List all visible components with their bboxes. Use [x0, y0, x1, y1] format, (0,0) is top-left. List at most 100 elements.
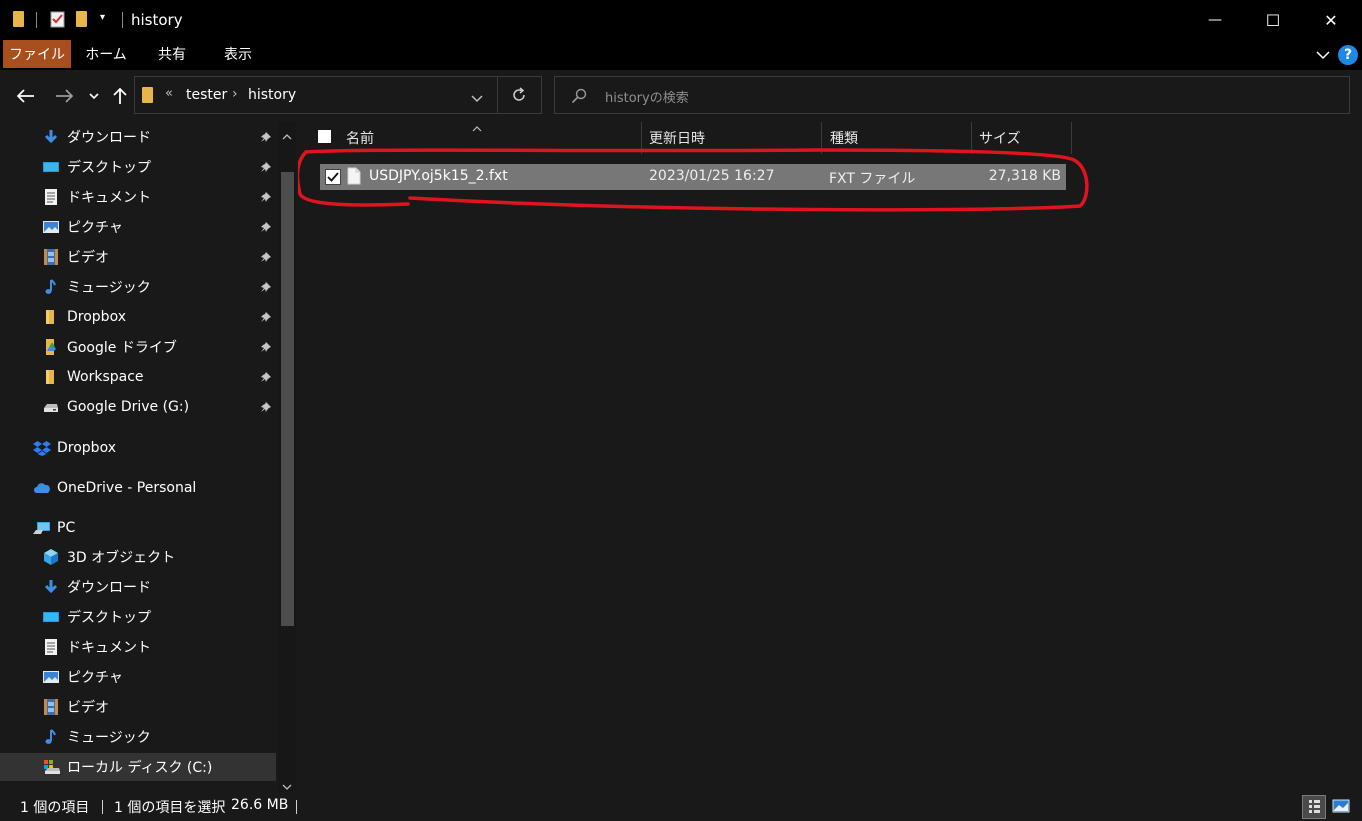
tab-file[interactable]: ファイル	[3, 40, 71, 68]
sidebar-item[interactable]: 3D オブジェクト	[0, 543, 276, 571]
sidebar-item[interactable]: Google Drive (G:)	[0, 393, 276, 421]
file-list: 名前 更新日時 種類 サイズ USDJPY.oj5k15_2.fxt 2023/…	[298, 122, 1362, 792]
address-bar[interactable]: « tester › history	[134, 76, 498, 114]
sidebar-item[interactable]: ミュージック	[0, 723, 276, 751]
sidebar-item[interactable]: PC	[0, 514, 276, 542]
pin-icon	[260, 251, 272, 266]
sidebar-scrollbar[interactable]	[278, 122, 296, 792]
sidebar-item[interactable]: デスクトップ	[0, 603, 276, 631]
sidebar-item[interactable]: ミュージック	[0, 273, 276, 301]
sidebar-item[interactable]: ピクチャ	[0, 213, 276, 241]
breadcrumb-tester[interactable]: tester	[186, 87, 227, 103]
document-icon	[43, 189, 59, 205]
minimize-button[interactable]: —	[1186, 0, 1244, 40]
sidebar-item[interactable]: ビデオ	[0, 243, 276, 271]
download-icon	[43, 129, 59, 145]
pin-icon	[260, 401, 272, 416]
sidebar-item-label: ビデオ	[67, 700, 109, 716]
help-button[interactable]: ?	[1338, 45, 1358, 65]
sidebar-item-label: ピクチャ	[67, 220, 123, 236]
pin-icon	[260, 311, 272, 326]
customize-quick-access-icon[interactable]: ▾	[100, 12, 105, 32]
pictures-icon	[43, 669, 59, 685]
scrollbar-thumb[interactable]	[281, 172, 294, 626]
properties-icon[interactable]	[50, 10, 66, 28]
sidebar-item-label: Dropbox	[67, 309, 126, 325]
sidebar-item-label: ドキュメント	[67, 640, 151, 656]
search-placeholder: historyの検索	[605, 91, 689, 106]
sidebar-item-label: OneDrive - Personal	[57, 480, 197, 496]
address-dropdown-icon[interactable]	[471, 91, 483, 107]
sidebar-item[interactable]: ローカル ディスク (C:)	[0, 753, 276, 781]
google-drive-folder-icon	[43, 339, 59, 355]
sidebar-item-label: ダウンロード	[67, 130, 151, 146]
refresh-button[interactable]	[497, 76, 542, 114]
pin-icon	[260, 221, 272, 236]
dropbox-icon	[33, 440, 51, 456]
sidebar-item[interactable]: デスクトップ	[0, 153, 276, 181]
pin-icon	[260, 131, 272, 146]
sidebar-item[interactable]: ドキュメント	[0, 633, 276, 661]
status-bar: 1 個の項目 1 個の項目を選択 26.6 MB	[0, 792, 1362, 821]
large-icons-view-icon[interactable]	[1330, 795, 1354, 819]
sidebar-item[interactable]: ピクチャ	[0, 663, 276, 691]
music-icon	[43, 279, 59, 295]
folder-icon	[13, 11, 24, 27]
forward-button[interactable]	[50, 82, 78, 110]
sidebar-item[interactable]: ドキュメント	[0, 183, 276, 211]
sidebar-item[interactable]: Google ドライブ	[0, 333, 276, 361]
sidebar-item[interactable]: OneDrive - Personal	[0, 474, 276, 502]
scroll-up-icon[interactable]	[282, 128, 292, 144]
sidebar-item[interactable]: ダウンロード	[0, 123, 276, 151]
title-bar: ▾ history — ☐ ✕	[0, 0, 1362, 40]
maximize-button[interactable]: ☐	[1244, 0, 1302, 40]
sidebar-item-label: PC	[57, 520, 76, 536]
pin-icon	[260, 161, 272, 176]
sidebar-item-label: ビデオ	[67, 250, 109, 266]
tab-view[interactable]: 表示	[212, 40, 264, 68]
desktop-icon	[43, 609, 59, 625]
sidebar-item[interactable]: Workspace	[0, 363, 276, 391]
pin-icon	[260, 191, 272, 206]
status-separator	[296, 800, 297, 814]
ribbon-tabs: ファイル ホーム 共有 表示 ?	[0, 40, 1362, 70]
details-view-icon[interactable]	[1302, 795, 1326, 819]
sidebar-item-label: Google Drive (G:)	[67, 399, 190, 415]
expand-ribbon-icon[interactable]	[1314, 46, 1332, 64]
status-item-count: 1 個の項目	[20, 800, 90, 816]
onedrive-icon	[33, 480, 50, 496]
up-button[interactable]	[106, 82, 134, 110]
sidebar-item[interactable]: ダウンロード	[0, 573, 276, 601]
local-disk-icon	[43, 759, 60, 775]
sidebar-item-label: デスクトップ	[67, 610, 151, 626]
video-icon	[43, 249, 59, 265]
pin-icon	[260, 371, 272, 386]
sidebar-item-label: Dropbox	[57, 440, 116, 456]
close-button[interactable]: ✕	[1302, 0, 1360, 40]
navigation-pane: ダウンロード デスクトップ ドキュメント ピクチャ ビデオ ミュージック Dropbox Go…	[0, 122, 298, 792]
sidebar-item-label: Workspace	[67, 369, 144, 385]
tab-home[interactable]: ホーム	[80, 40, 132, 68]
sidebar-item[interactable]: Dropbox	[0, 434, 276, 462]
sidebar-item[interactable]: Dropbox	[0, 303, 276, 331]
folder-icon	[43, 369, 59, 385]
breadcrumb-history[interactable]: history	[248, 87, 296, 103]
recent-locations-button[interactable]	[82, 82, 106, 110]
overflow-chevron[interactable]: «	[165, 86, 173, 101]
navigation-bar: « tester › history historyの検索	[0, 70, 1362, 122]
search-box[interactable]: historyの検索	[554, 76, 1350, 114]
breadcrumb-separator-icon[interactable]: ›	[232, 86, 238, 102]
search-icon	[571, 88, 587, 108]
window-title: history	[131, 11, 183, 29]
tab-share[interactable]: 共有	[148, 40, 196, 68]
video-icon	[43, 699, 59, 715]
sidebar-item[interactable]: ビデオ	[0, 693, 276, 721]
sidebar-item-label: ピクチャ	[67, 670, 123, 686]
folder-icon	[142, 87, 153, 103]
sort-ascending-icon	[472, 120, 482, 136]
document-icon	[43, 639, 59, 655]
new-folder-icon[interactable]	[76, 11, 87, 27]
sidebar-item-label: ローカル ディスク (C:)	[67, 760, 213, 776]
toolbar-separator	[122, 12, 123, 28]
back-button[interactable]	[12, 82, 40, 110]
